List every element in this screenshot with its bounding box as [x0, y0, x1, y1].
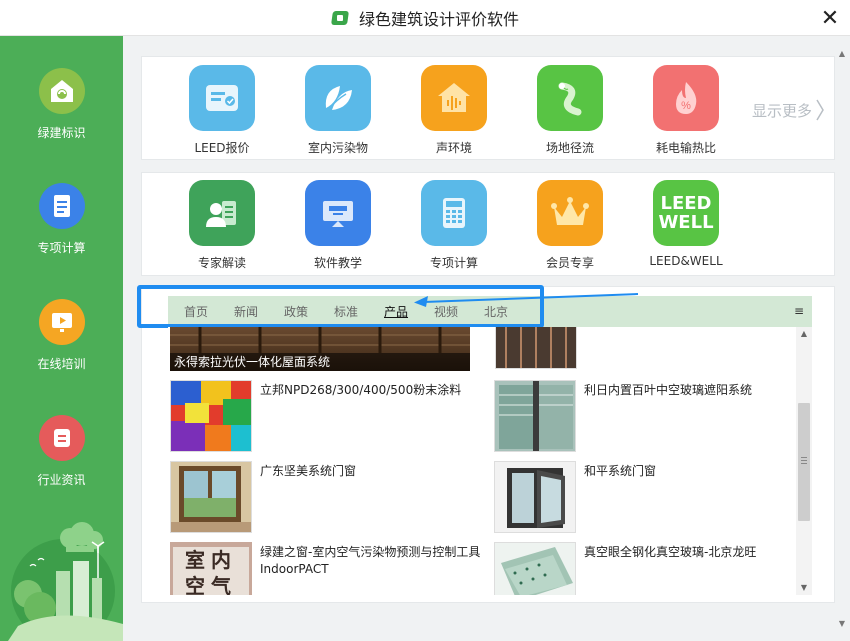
scroll-up-icon[interactable]: ▲ [796, 327, 812, 341]
leed-badge-text: LEED [660, 193, 712, 214]
product-thumbnail: 室内空气 [170, 542, 252, 595]
tile-member-exclusive[interactable]: 会员专享 [512, 180, 628, 271]
thumbnail-text: 室内空气 [173, 547, 249, 595]
leaf-icon [305, 65, 371, 131]
tab-beijing[interactable]: 北京 [484, 303, 534, 320]
green-city-illustration-icon [8, 522, 123, 641]
tools-panel-row2: 专家解读 软件教学 专项计算 会员专享 LEED WELL LEED&WELL [141, 172, 835, 276]
tile-label: 场地径流 [545, 141, 594, 155]
tile-label: LEED报价 [194, 141, 250, 155]
sidebar-item-industry-news[interactable]: 行业资讯 [0, 415, 123, 505]
product-thumbnail [495, 327, 577, 369]
calculator-icon [421, 180, 487, 246]
list-item[interactable] [495, 327, 577, 371]
tile-label: 室内污染物 [307, 141, 368, 155]
product-title: 利日内置百叶中空玻璃遮阳系统 [584, 383, 753, 397]
tab-policy[interactable]: 政策 [284, 303, 334, 320]
product-title: 广东坚美系统门窗 [260, 464, 357, 478]
list-item[interactable]: 室内空气 绿建之窗-室内空气污染物预测与控制工具IndoorPACT [170, 542, 490, 595]
sidebar-item-special-calc[interactable]: 专项计算 [0, 183, 123, 273]
sidebar-item-label: 行业资讯 [37, 473, 86, 487]
sidebar-item-online-training[interactable]: 在线培训 [0, 299, 123, 389]
monitor-icon [305, 180, 371, 246]
id-card-icon [189, 65, 255, 131]
tile-special-calculation[interactable]: 专项计算 [396, 180, 512, 271]
category-tab-bar: 首页 新闻 政策 标准 产品 视频 北京 ≡ [168, 296, 812, 327]
sidebar-item-label: 专项计算 [37, 241, 86, 255]
scroll-up-icon[interactable]: ▲ [836, 48, 848, 60]
svg-text:%: % [681, 100, 691, 112]
tile-label: 软件教学 [313, 256, 362, 270]
document-icon [38, 183, 85, 229]
product-thumbnail [494, 461, 576, 533]
tab-product[interactable]: 产品 [384, 303, 434, 320]
list-item[interactable]: 和平系统门窗 [494, 461, 794, 535]
tile-leed-well[interactable]: LEED WELL LEED&WELL [628, 180, 744, 271]
app-logo-icon [331, 9, 349, 27]
tab-news[interactable]: 新闻 [234, 303, 284, 320]
product-title: 真空眼全钢化真空玻璃-北京龙旺 [584, 545, 757, 559]
scroll-down-icon[interactable]: ▼ [796, 581, 812, 595]
tile-software-teaching[interactable]: 软件教学 [280, 180, 396, 271]
menu-icon[interactable]: ≡ [794, 304, 804, 318]
green-building-logo-icon [38, 68, 85, 114]
banner-caption: 永得索拉光伏一体化屋面系统 [170, 353, 470, 371]
sidebar-item-label: 绿建标识 [37, 126, 86, 140]
product-thumbnail [494, 380, 576, 452]
tile-expert-interpretation[interactable]: 专家解读 [164, 180, 280, 271]
play-screen-icon [38, 299, 85, 345]
tile-label: LEED&WELL [649, 254, 723, 268]
tile-label: 会员专享 [545, 256, 594, 270]
tile-label: 专家解读 [197, 256, 246, 270]
scroll-down-icon[interactable]: ▼ [836, 618, 848, 630]
expert-icon [189, 180, 255, 246]
product-list: 永得索拉光伏一体化屋面系统 立邦NPD268/300/400/500粉末涂料 利… [168, 327, 796, 595]
list-item[interactable]: 广东坚美系统门窗 [170, 461, 490, 535]
chevron-right-icon [816, 99, 824, 121]
flame-percent-icon: % [653, 65, 719, 131]
crown-icon [537, 180, 603, 246]
sidebar-item-green-label[interactable]: 绿建标识 [0, 68, 123, 158]
tile-label: 声环境 [435, 141, 472, 155]
list-item[interactable]: 立邦NPD268/300/400/500粉末涂料 [170, 380, 490, 454]
scrollbar-thumb[interactable] [798, 403, 810, 521]
list-item[interactable]: 利日内置百叶中空玻璃遮阳系统 [494, 380, 794, 454]
tile-power-heat-ratio[interactable]: % 耗电输热比 [628, 65, 744, 156]
sidebar: 绿建标识 专项计算 在线培训 行业资讯 [0, 36, 123, 641]
list-item[interactable]: 真空眼全钢化真空玻璃-北京龙旺 [494, 542, 794, 595]
list-item[interactable]: 永得索拉光伏一体化屋面系统 [168, 327, 474, 371]
product-title: 绿建之窗-室内空气污染物预测与控制工具IndoorPACT [260, 545, 481, 576]
product-title: 和平系统门窗 [584, 464, 657, 478]
tile-label: 专项计算 [429, 256, 478, 270]
show-more-label: 显示更多 [751, 101, 812, 120]
product-list-scrollbar[interactable]: ▲ ▼ [796, 327, 812, 595]
leed-well-icon: LEED WELL [653, 180, 719, 246]
show-more-button[interactable]: 显示更多 [752, 99, 824, 121]
news-icon [38, 415, 85, 461]
product-thumbnail [494, 542, 576, 595]
tile-indoor-pollutant[interactable]: 室内污染物 [280, 65, 396, 156]
tile-label: 耗电输热比 [655, 141, 716, 155]
product-thumbnail [170, 380, 252, 452]
tools-panel-row1: LEED报价 室内污染物 声环境 场地径流 % 耗电输热比 显示更多 [141, 56, 835, 160]
runoff-path-icon [537, 65, 603, 131]
banner-image: 永得索拉光伏一体化屋面系统 [170, 327, 470, 371]
window-title: 绿色建筑设计评价软件 [358, 10, 519, 29]
tab-home[interactable]: 首页 [184, 303, 234, 320]
well-badge-text: WELL [658, 212, 714, 233]
main-scrollbar[interactable]: ▲ ▼ [836, 48, 848, 630]
product-title: 立邦NPD268/300/400/500粉末涂料 [260, 383, 462, 397]
sound-wave-house-icon [421, 65, 487, 131]
tile-sound-environment[interactable]: 声环境 [396, 65, 512, 156]
product-thumbnail [170, 461, 252, 533]
close-button[interactable]: ✕ [818, 6, 842, 31]
tab-video[interactable]: 视频 [434, 303, 484, 320]
tile-site-runoff[interactable]: 场地径流 [512, 65, 628, 156]
tab-standard[interactable]: 标准 [334, 303, 384, 320]
title-bar: 绿色建筑设计评价软件 ✕ [0, 0, 850, 36]
sidebar-item-label: 在线培训 [37, 357, 86, 371]
tile-leed-quote[interactable]: LEED报价 [164, 65, 280, 156]
